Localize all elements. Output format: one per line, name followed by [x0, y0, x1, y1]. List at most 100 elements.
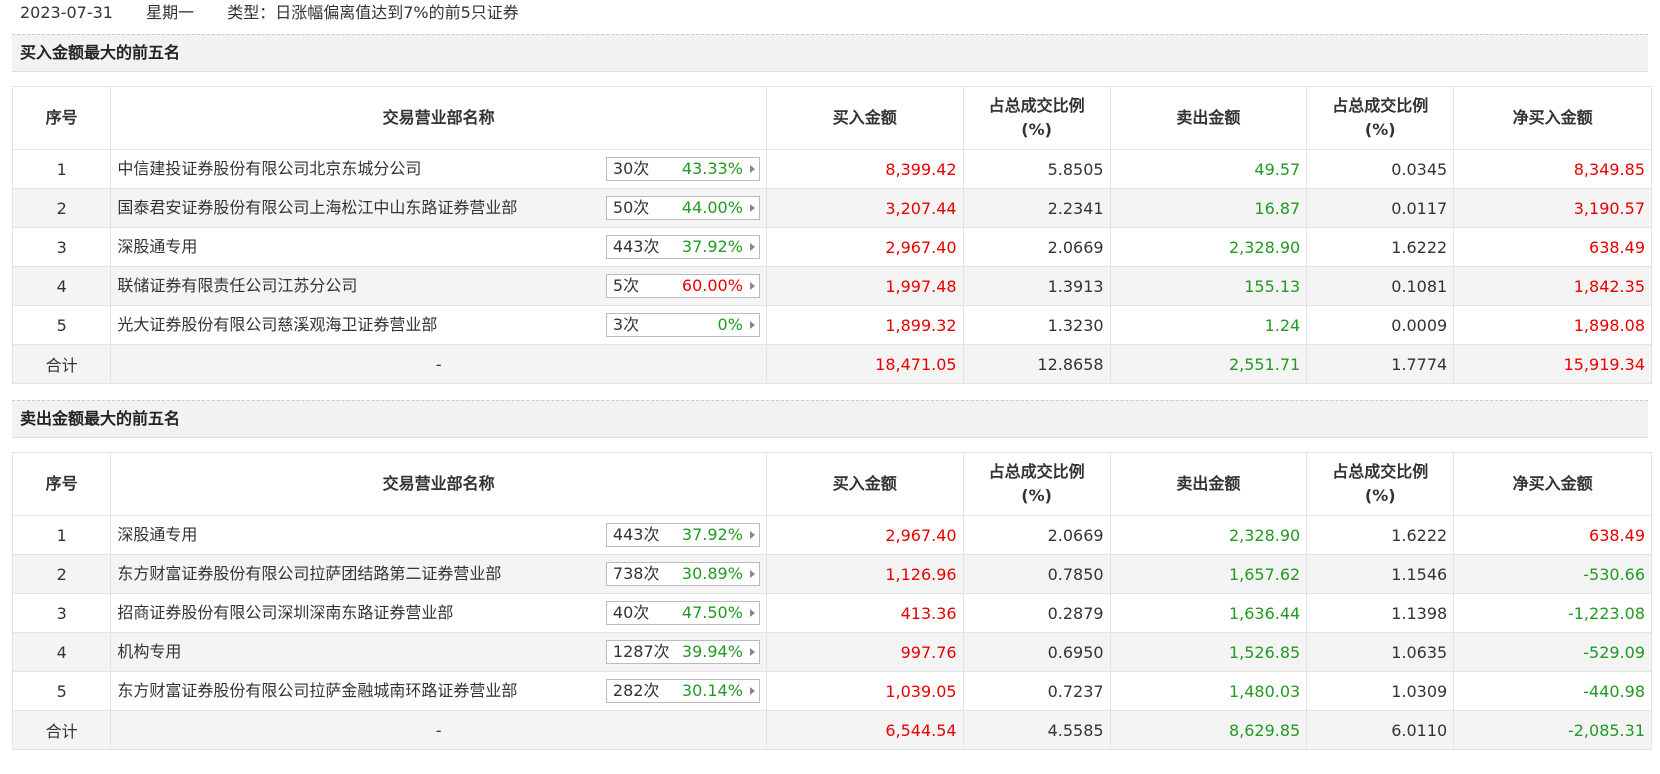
listing-count: 5次 — [612, 276, 640, 295]
sell-amount: 2,328.90 — [1109, 227, 1308, 267]
dept-name-link[interactable]: 中信建投证券股份有限公司北京东城分公司 — [117, 150, 421, 188]
col-header-index: 序号 — [11, 452, 112, 516]
dept-name-link[interactable]: 机构专用 — [117, 633, 181, 671]
col-header-buy-ratio-line2: (%) — [1021, 486, 1052, 505]
total-buy-ratio: 4.5585 — [962, 710, 1111, 750]
win-rate: 60.00% — [681, 276, 743, 295]
net-amount: 1,898.08 — [1453, 305, 1652, 345]
net-amount: 1,842.35 — [1453, 266, 1652, 306]
sell-ratio: 1.0309 — [1306, 671, 1455, 711]
buy-ratio: 1.3230 — [962, 305, 1111, 345]
dept-stats-button[interactable]: 40次 47.50% — [605, 601, 760, 625]
total-sell-amount: 2,551.71 — [1109, 344, 1308, 384]
col-header-buy: 买入金额 — [765, 86, 964, 150]
row-index: 3 — [11, 593, 112, 633]
dept-name-link[interactable]: 国泰君安证券股份有限公司上海松江中山东路证券营业部 — [117, 189, 517, 227]
row-index: 4 — [11, 632, 112, 672]
net-amount: -529.09 — [1453, 632, 1652, 672]
dept-stats-button[interactable]: 443次 37.92% — [605, 523, 760, 547]
win-rate: 47.50% — [681, 603, 743, 622]
col-header-net: 净买入金额 — [1453, 86, 1652, 150]
sell-amount: 1,526.85 — [1109, 632, 1308, 672]
dept-stats-button[interactable]: 30次 43.33% — [605, 157, 760, 181]
listing-count: 443次 — [612, 237, 660, 256]
table-row: 4 联储证券有限责任公司江苏分公司 5次 60.00% 1,997.48 1.3913 15… — [11, 266, 1652, 306]
net-amount: 638.49 — [1453, 515, 1652, 555]
col-header-buy: 买入金额 — [765, 452, 964, 516]
win-rate: 43.33% — [681, 159, 743, 178]
sell-amount: 1.24 — [1109, 305, 1308, 345]
dept-name-link[interactable]: 光大证券股份有限公司慈溪观海卫证券营业部 — [117, 306, 437, 344]
sell-amount: 1,636.44 — [1109, 593, 1308, 633]
row-index: 1 — [11, 149, 112, 189]
table-row: 3 招商证券股份有限公司深圳深南东路证券营业部 40次 47.50% 413.36 0.2… — [11, 593, 1652, 633]
total-buy-amount: 6,544.54 — [765, 710, 964, 750]
total-net-amount: 15,919.34 — [1453, 344, 1652, 384]
buy-ratio: 2.2341 — [962, 188, 1111, 228]
dept-stats-button[interactable]: 282次 30.14% — [605, 679, 760, 703]
dept-stats-button[interactable]: 1287次 39.94% — [605, 640, 760, 664]
dept-stats-button[interactable]: 5次 60.00% — [605, 274, 760, 298]
total-sell-ratio: 1.7774 — [1306, 344, 1455, 384]
sell-table-body: 1 深股通专用 443次 37.92% 2,967.40 2.0669 2,328.90 1.… — [11, 515, 1652, 750]
row-index: 3 — [11, 227, 112, 267]
win-rate: 30.14% — [681, 681, 743, 700]
dept-cell: 国泰君安证券股份有限公司上海松江中山东路证券营业部 50次 44.00% — [110, 188, 767, 228]
table-row: 4 机构专用 1287次 39.94% 997.76 0.6950 1,526.85 1.06… — [11, 632, 1652, 672]
dept-cell: 深股通专用 443次 37.92% — [110, 227, 767, 267]
buy-amount: 1,039.05 — [765, 671, 964, 711]
caret-right-icon — [749, 282, 755, 290]
table-row: 5 东方财富证券股份有限公司拉萨金融城南环路证券营业部 282次 30.14% 1,03… — [11, 671, 1652, 711]
dept-name-link[interactable]: 东方财富证券股份有限公司拉萨金融城南环路证券营业部 — [117, 672, 517, 710]
table-row: 3 深股通专用 443次 37.92% 2,967.40 2.0669 2,328.90 1.… — [11, 227, 1652, 267]
dept-name-link[interactable]: 深股通专用 — [117, 228, 197, 266]
dept-name-link[interactable]: 东方财富证券股份有限公司拉萨团结路第二证券营业部 — [117, 555, 501, 593]
dept-stats-button[interactable]: 50次 44.00% — [605, 196, 760, 220]
row-index: 1 — [11, 515, 112, 555]
dept-name-link[interactable]: 深股通专用 — [117, 516, 197, 554]
net-amount: 8,349.85 — [1453, 149, 1652, 189]
sell-amount: 49.57 — [1109, 149, 1308, 189]
col-header-buy-ratio-line2: (%) — [1021, 120, 1052, 139]
dept-stats-button[interactable]: 3次 0% — [605, 313, 760, 337]
col-header-sell-ratio: 占总成交比例 (%) — [1306, 452, 1455, 516]
dept-cell: 招商证券股份有限公司深圳深南东路证券营业部 40次 47.50% — [110, 593, 767, 633]
sell-amount: 1,657.62 — [1109, 554, 1308, 594]
col-header-sell-ratio-line1: 占总成交比例 — [1332, 96, 1429, 115]
row-index: 4 — [11, 266, 112, 306]
listing-count: 3次 — [612, 315, 640, 334]
caret-right-icon — [749, 165, 755, 173]
buy-ratio: 2.0669 — [962, 515, 1111, 555]
listing-count: 50次 — [612, 198, 650, 217]
dept-cell: 深股通专用 443次 37.92% — [110, 515, 767, 555]
type-label: 类型：日涨幅偏离值达到7%的前5只证券 — [227, 3, 519, 22]
buy-amount: 8,399.42 — [765, 149, 964, 189]
dept-name-link[interactable]: 联储证券有限责任公司江苏分公司 — [117, 267, 357, 305]
dept-stats-button[interactable]: 443次 37.92% — [605, 235, 760, 259]
col-header-sell-ratio: 占总成交比例 (%) — [1306, 86, 1455, 150]
buy-amount: 3,207.44 — [765, 188, 964, 228]
sell-section-title: 卖出金额最大的前五名 — [12, 400, 1648, 438]
buy-amount: 1,899.32 — [765, 305, 964, 345]
win-rate: 39.94% — [681, 642, 743, 661]
total-sell-amount: 8,629.85 — [1109, 710, 1308, 750]
dept-stats-button[interactable]: 738次 30.89% — [605, 562, 760, 586]
net-amount: 3,190.57 — [1453, 188, 1652, 228]
buy-amount: 1,997.48 — [765, 266, 964, 306]
net-amount: -530.66 — [1453, 554, 1652, 594]
total-row: 合计 -18,471.05 12.8658 2,551.71 1.7774 15,919.… — [11, 344, 1652, 384]
buy-amount: 997.76 — [765, 632, 964, 672]
row-index: 5 — [11, 305, 112, 345]
col-header-buy-ratio: 占总成交比例 (%) — [962, 452, 1111, 516]
net-amount: -440.98 — [1453, 671, 1652, 711]
table-row: 2 国泰君安证券股份有限公司上海松江中山东路证券营业部 50次 44.00% 3,207… — [11, 188, 1652, 228]
buy-table-body: 1 中信建投证券股份有限公司北京东城分公司 30次 43.33% 8,399.42 5.8… — [11, 149, 1652, 384]
dept-cell: 机构专用 1287次 39.94% — [110, 632, 767, 672]
dept-name-link[interactable]: 招商证券股份有限公司深圳深南东路证券营业部 — [117, 594, 453, 632]
top-info-bar: 2023-07-31 星期一 类型：日涨幅偏离值达到7%的前5只证券 — [0, 0, 1660, 26]
win-rate: 30.89% — [681, 564, 743, 583]
dept-cell: 联储证券有限责任公司江苏分公司 5次 60.00% — [110, 266, 767, 306]
col-header-sell-ratio-line2: (%) — [1364, 486, 1396, 505]
win-rate: 37.92% — [681, 525, 743, 544]
caret-right-icon — [749, 570, 755, 578]
